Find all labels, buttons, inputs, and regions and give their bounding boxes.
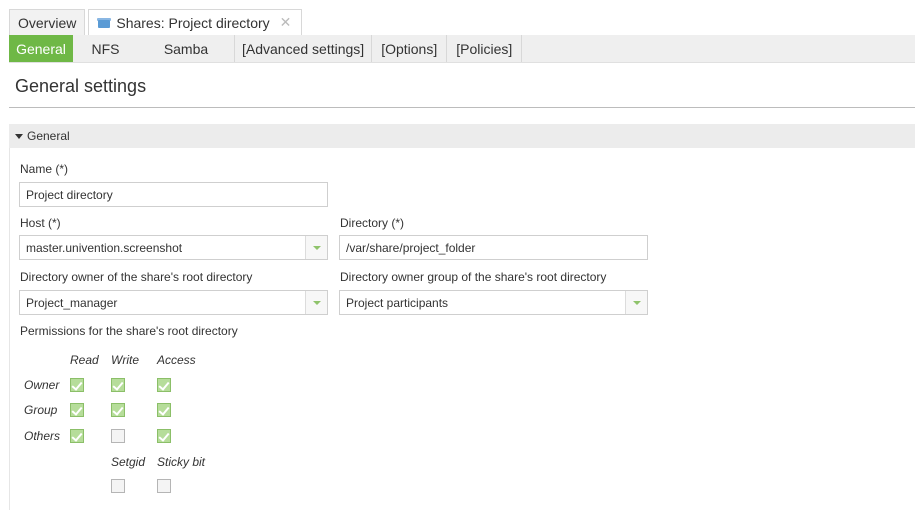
section-title: General (27, 129, 70, 143)
directory-label: Directory (*) (340, 216, 405, 230)
group-read-checkbox[interactable] (70, 403, 84, 417)
owner-dropdown-button[interactable] (305, 291, 327, 314)
permission-column-write: Write (111, 353, 139, 367)
tab-share-project-directory[interactable]: Shares: Project directory ✕ (88, 9, 303, 35)
owner-label: Directory owner of the share's root dire… (20, 270, 253, 284)
chevron-down-icon (312, 300, 321, 305)
subtab-policies[interactable]: [Policies] (447, 35, 523, 62)
owner-group-value: Project participants (346, 295, 449, 310)
host-value: master.univention.screenshot (26, 240, 183, 255)
owner-value: Project_manager (26, 295, 118, 310)
divider (9, 107, 915, 108)
chevron-down-icon (632, 300, 641, 305)
owner-access-checkbox[interactable] (157, 378, 171, 392)
permission-row-owner: Owner (24, 378, 60, 392)
group-access-checkbox[interactable] (157, 403, 171, 417)
owner-write-checkbox[interactable] (111, 378, 125, 392)
owner-group-dropdown-button[interactable] (625, 291, 647, 314)
tab-overview-label: Overview (18, 14, 77, 31)
subtab-advanced-settings[interactable]: [Advanced settings] (235, 35, 373, 62)
sticky-bit-checkbox[interactable] (157, 479, 171, 493)
share-folder-icon (97, 17, 112, 29)
name-field[interactable]: Project directory (19, 182, 328, 207)
page-title: General settings (15, 76, 147, 96)
others-read-checkbox[interactable] (70, 429, 84, 443)
setgid-label: Setgid (111, 455, 146, 469)
top-tab-bar: Overview Shares: Project directory ✕ (9, 9, 303, 35)
permission-row-others: Others (24, 429, 61, 443)
sticky-bit-label: Sticky bit (157, 455, 206, 469)
tab-overview[interactable]: Overview (9, 9, 86, 35)
owner-select[interactable]: Project_manager (19, 290, 328, 315)
setgid-checkbox[interactable] (111, 479, 125, 493)
owner-group-label: Directory owner group of the share's roo… (340, 270, 607, 284)
group-write-checkbox[interactable] (111, 403, 125, 417)
host-select[interactable]: master.univention.screenshot (19, 235, 328, 260)
host-label: Host (*) (20, 216, 61, 230)
subtab-nfs[interactable]: NFS (73, 35, 138, 62)
owner-group-select[interactable]: Project participants (339, 290, 648, 315)
owner-read-checkbox[interactable] (70, 378, 84, 392)
section-border (9, 148, 10, 510)
name-value: Project directory (26, 187, 113, 202)
subtab-general[interactable]: General (9, 35, 73, 62)
permission-column-read: Read (70, 353, 99, 367)
chevron-down-icon (312, 245, 321, 250)
close-icon[interactable]: ✕ (280, 14, 292, 31)
permission-column-access: Access (157, 353, 196, 367)
directory-field[interactable]: /var/share/project_folder (339, 235, 648, 260)
section-general-header[interactable]: General (9, 124, 915, 148)
permissions-label: Permissions for the share's root directo… (20, 324, 238, 338)
subtab-samba[interactable]: Samba (138, 35, 235, 62)
subtab-bar: General NFS Samba [Advanced settings] [O… (9, 35, 915, 63)
tab-share-label: Shares: Project directory (116, 14, 270, 31)
host-dropdown-button[interactable] (305, 236, 327, 259)
subtab-options[interactable]: [Options] (372, 35, 448, 62)
others-write-checkbox[interactable] (111, 429, 125, 443)
triangle-down-icon (15, 133, 23, 139)
others-access-checkbox[interactable] (157, 429, 171, 443)
permission-row-group: Group (24, 403, 58, 417)
name-label: Name (*) (20, 162, 69, 176)
directory-value: /var/share/project_folder (346, 240, 476, 255)
